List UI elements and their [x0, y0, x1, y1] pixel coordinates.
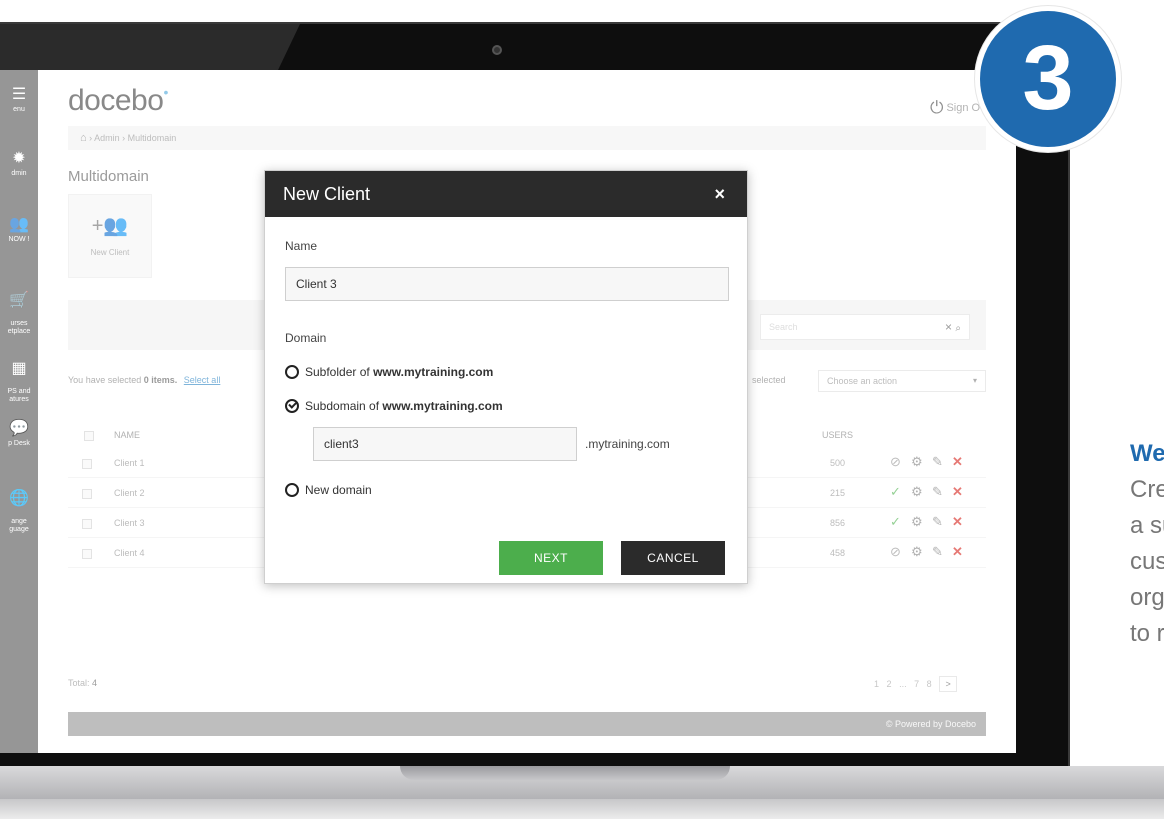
laptop-notch: [400, 766, 730, 780]
option-subdomain[interactable]: Subdomain of www.mytraining.com: [285, 399, 503, 413]
option-subdomain-domain: www.mytraining.com: [382, 399, 503, 413]
dialog-header: New Client ×: [265, 171, 747, 217]
next-button[interactable]: NEXT: [499, 541, 603, 575]
option-new-domain-label: New domain: [305, 483, 372, 497]
step-badge: 3: [975, 6, 1121, 152]
option-new-domain[interactable]: New domain: [285, 483, 372, 497]
camera-icon: [492, 45, 502, 55]
radio-icon: [285, 365, 299, 379]
subdomain-field[interactable]: client3: [313, 427, 577, 461]
side-text-line: a su: [1130, 512, 1164, 539]
subdomain-suffix: .mytraining.com: [585, 437, 670, 451]
option-subfolder[interactable]: Subfolder of www.mytraining.com: [285, 365, 493, 379]
laptop-shadow: [0, 799, 1164, 819]
subdomain-value: client3: [324, 437, 359, 451]
cancel-button[interactable]: CANCEL: [621, 541, 725, 575]
client-name-value: Client 3: [296, 277, 337, 291]
radio-icon: [285, 483, 299, 497]
domain-label: Domain: [285, 331, 327, 345]
side-heading: We: [1130, 440, 1164, 467]
client-name-field[interactable]: Client 3: [285, 267, 729, 301]
option-subfolder-label: Subfolder of: [305, 365, 370, 379]
option-subdomain-label: Subdomain of: [305, 399, 380, 413]
side-text-line: cust: [1130, 548, 1164, 575]
step-number: 3: [1022, 27, 1074, 129]
laptop-screen: ☰ enu ✹ dmin 👥 NOW ! 🛒 urses etplace ▦ P…: [0, 70, 1016, 753]
side-text-line: orga: [1130, 584, 1164, 611]
close-icon[interactable]: ×: [714, 171, 725, 217]
name-label: Name: [285, 239, 318, 253]
side-text-line: Cre: [1130, 476, 1164, 503]
stage: ☰ enu ✹ dmin 👥 NOW ! 🛒 urses etplace ▦ P…: [0, 0, 1164, 819]
laptop-glare: [0, 24, 300, 76]
new-client-dialog: New Client × Name Client 3 Domain Subfol…: [264, 170, 748, 584]
dialog-title: New Client: [283, 184, 371, 204]
radio-checked-icon: [285, 399, 299, 413]
option-subfolder-domain: www.mytraining.com: [373, 365, 494, 379]
side-text-line: to r: [1130, 620, 1164, 647]
